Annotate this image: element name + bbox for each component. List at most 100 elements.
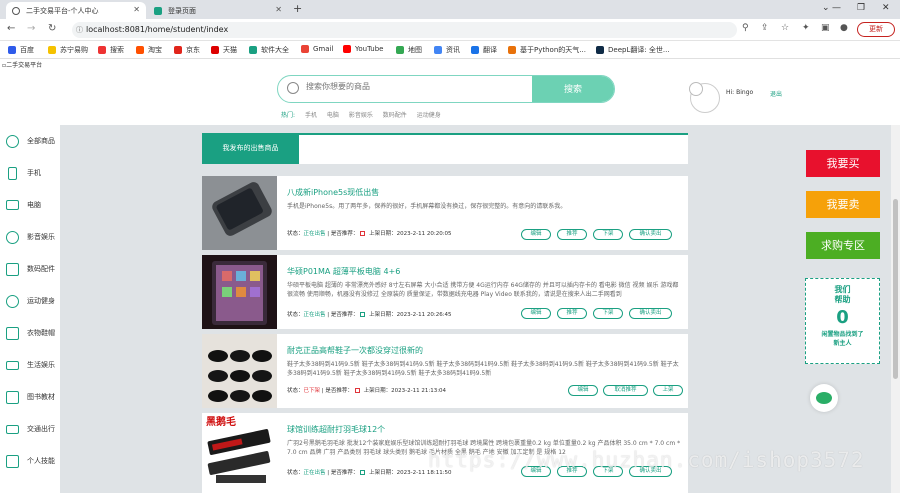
- headphones-icon: [6, 230, 19, 244]
- bookmark[interactable]: 天猫: [211, 45, 237, 55]
- star-icon[interactable]: ☆: [781, 23, 789, 33]
- hot-tag[interactable]: 影音娱乐: [349, 112, 373, 119]
- sidebar-item-clothing[interactable]: 衣物鞋帽: [0, 317, 60, 349]
- product-title[interactable]: 华硕P01MA 超薄平板电脑 4+6: [287, 266, 400, 277]
- onshelf-button[interactable]: 上架: [653, 385, 683, 396]
- product-image[interactable]: [202, 334, 277, 408]
- search-button[interactable]: 搜索: [532, 76, 614, 102]
- sidebar-item-phone[interactable]: 手机: [0, 157, 60, 189]
- sidebar-item-books[interactable]: 图书教材: [0, 381, 60, 413]
- buy-button[interactable]: 我要买: [806, 150, 880, 177]
- bookmark[interactable]: 软件大全: [249, 45, 289, 55]
- bookmark[interactable]: 翻译: [471, 45, 497, 55]
- hot-tag[interactable]: 手机: [305, 112, 317, 119]
- minimize-icon[interactable]: —: [832, 3, 841, 13]
- sidebar-item-life[interactable]: 生活娱乐: [0, 349, 60, 381]
- chevron-down-icon[interactable]: ⌄: [822, 3, 830, 13]
- tab-title: 登录页面: [168, 6, 196, 15]
- page-icon: [154, 6, 162, 15]
- forward-icon[interactable]: →: [27, 23, 35, 34]
- bookmark[interactable]: 搜索: [98, 45, 124, 55]
- sidebar-icon[interactable]: ▣: [821, 23, 830, 33]
- hot-label: 热门:: [281, 112, 296, 119]
- sidebar-item-sports[interactable]: 运动健身: [0, 285, 60, 317]
- bookmark[interactable]: 淘宝: [136, 45, 162, 55]
- sell-button[interactable]: 我要卖: [806, 191, 880, 218]
- share-icon[interactable]: ⇪: [761, 23, 769, 33]
- product-desc: 华硕平板电脑 超薄的 非常漂亮外感好 8寸左右屏幕 大小合适 携带方便 4G运行…: [287, 282, 679, 298]
- close-icon[interactable]: ✕: [275, 5, 282, 14]
- product-title[interactable]: 耐克正品高帮鞋子一次都没穿过很新的: [287, 345, 423, 356]
- bookmark[interactable]: 地图: [396, 45, 422, 55]
- product-image[interactable]: [202, 255, 277, 329]
- help-title: 我们: [834, 285, 851, 294]
- recommend-button[interactable]: 推荐: [557, 308, 587, 319]
- bookmark[interactable]: 基于Python的天气...: [508, 45, 586, 55]
- sidebar-item-transport[interactable]: 交通出行: [0, 413, 60, 445]
- hot-tag[interactable]: 电脑: [327, 112, 339, 119]
- site-logo[interactable]: ▫二手交易平台: [2, 60, 42, 69]
- hot-tag[interactable]: 运动健身: [417, 112, 441, 119]
- sidebar-item-skills[interactable]: 个人技能: [0, 445, 60, 477]
- profile-icon[interactable]: ●: [840, 23, 848, 33]
- bookmark[interactable]: 资讯: [434, 45, 460, 55]
- info-icon: ⓘ: [76, 26, 83, 34]
- url-field[interactable]: ⓘ localhost:8081/home/student/index: [72, 22, 737, 38]
- product-meta: 状态：正在出售 | 是否推荐： 上架日期：2023-2-11 20:26:45: [287, 312, 452, 318]
- recommend-button[interactable]: 推荐: [557, 229, 587, 240]
- browser-tab-bar: 二手交易平台-个人中心 ✕ 登录页面 ✕ + ⌄ — ❐ ✕: [0, 0, 900, 19]
- restore-icon[interactable]: ❐: [857, 3, 865, 13]
- status-badge: 正在出售: [303, 312, 326, 318]
- product-title[interactable]: 球馆训练超耐打羽毛球12个: [287, 424, 385, 435]
- tab-my-selling[interactable]: 我发布的出售商品: [202, 133, 299, 164]
- cancel-recommend-button[interactable]: 取消推荐: [603, 385, 648, 396]
- tab-login-page[interactable]: 登录页面 ✕: [148, 2, 288, 19]
- edit-button[interactable]: 编辑: [568, 385, 598, 396]
- reload-icon[interactable]: ↻: [48, 23, 56, 34]
- bookmark[interactable]: DeepL翻译: 全世...: [596, 45, 670, 55]
- bookmark[interactable]: 百度: [8, 45, 34, 55]
- offshelf-button[interactable]: 下架: [593, 229, 623, 240]
- checkbox-icon: [360, 312, 366, 317]
- confirm-sold-button[interactable]: 确认卖出: [629, 229, 672, 240]
- scrollbar[interactable]: [891, 125, 900, 493]
- back-icon[interactable]: ←: [7, 23, 15, 34]
- tab-personal-center[interactable]: 二手交易平台-个人中心 ✕: [6, 2, 146, 19]
- url-text: localhost:8081/home/student/index: [86, 25, 229, 34]
- sidebar-item-digital[interactable]: 数码配件: [0, 253, 60, 285]
- sidebar-item-all[interactable]: 全部商品: [0, 125, 60, 157]
- bookmark[interactable]: 京东: [174, 45, 200, 55]
- extensions-icon[interactable]: ✦: [802, 23, 810, 33]
- greeting: Hi: Bingo: [726, 89, 754, 96]
- sidebar-item-media[interactable]: 影音娱乐: [0, 221, 60, 253]
- bookmark[interactable]: Gmail: [301, 45, 333, 53]
- close-icon[interactable]: ✕: [133, 5, 140, 14]
- wanted-button[interactable]: 求购专区: [806, 232, 880, 259]
- product-title[interactable]: 八成新iPhone5s现低出售: [287, 187, 379, 198]
- wechat-icon[interactable]: [810, 384, 838, 412]
- product-image[interactable]: [202, 176, 277, 250]
- search-icon: [287, 82, 299, 94]
- confirm-sold-button[interactable]: 确认卖出: [629, 308, 672, 319]
- update-button[interactable]: 更新: [857, 22, 895, 37]
- help-count: 0: [836, 307, 849, 328]
- sidebar-item-computer[interactable]: 电脑: [0, 189, 60, 221]
- search-input[interactable]: [306, 82, 526, 91]
- new-tab-icon[interactable]: +: [293, 2, 302, 15]
- scrollbar-thumb[interactable]: [893, 199, 898, 379]
- edit-button[interactable]: 编辑: [521, 229, 551, 240]
- bed-icon: [6, 360, 19, 370]
- offshelf-button[interactable]: 下架: [593, 308, 623, 319]
- zoom-icon[interactable]: ⚲: [742, 23, 749, 33]
- product-meta: 状态：正在出售 | 是否推荐： 上架日期：2023-2-11 18:11:50: [287, 470, 452, 476]
- hot-tag[interactable]: 数码配件: [383, 112, 407, 119]
- close-window-icon[interactable]: ✕: [882, 3, 890, 13]
- edit-button[interactable]: 编辑: [521, 308, 551, 319]
- logout-link[interactable]: 退出: [770, 89, 782, 98]
- list-item: 华硕P01MA 超薄平板电脑 4+6 华硕平板电脑 超薄的 非常漂亮外感好 8寸…: [202, 255, 688, 329]
- bookmark[interactable]: YouTube: [343, 45, 383, 53]
- product-image[interactable]: 黑鹅毛: [202, 413, 277, 487]
- product-meta: 状态：已下架 | 是否推荐： 上架日期：2023-2-11 21:13:04: [287, 388, 447, 394]
- avatar[interactable]: [689, 82, 720, 113]
- bookmark[interactable]: 苏宁易购: [48, 45, 88, 55]
